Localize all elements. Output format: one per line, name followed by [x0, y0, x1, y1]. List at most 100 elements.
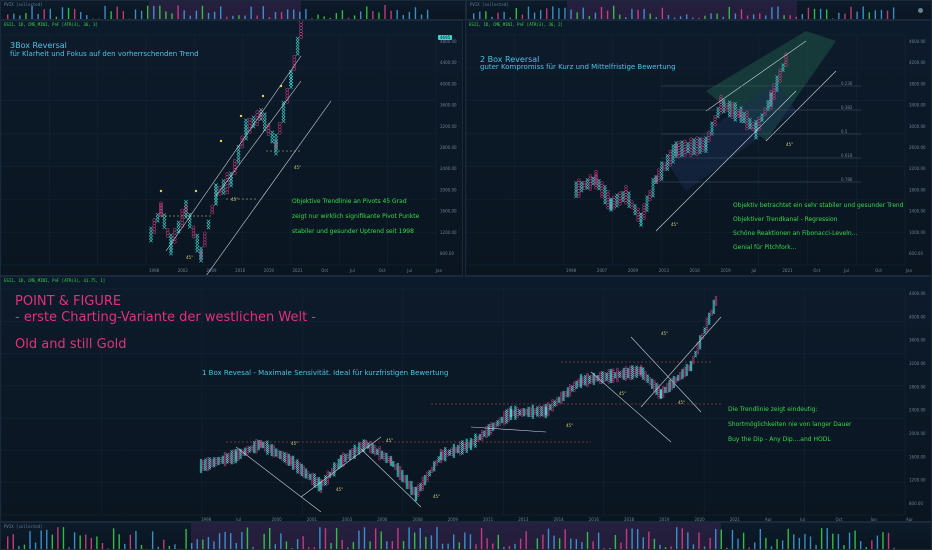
- pnf-x-mark: [405, 476, 409, 480]
- y-tick-label: 2800.00: [909, 384, 926, 389]
- pnf-o-mark: [268, 446, 271, 450]
- pnf-o-mark: [450, 453, 453, 456]
- pnf-x-mark: [452, 449, 456, 453]
- pnf-o-mark: [542, 410, 546, 414]
- pnf-x-mark: [672, 377, 676, 381]
- pnf-o-mark: [624, 184, 628, 189]
- pnf-o-mark: [600, 181, 604, 185]
- pnf-x-mark: [234, 456, 238, 460]
- pnf-x-mark: [428, 471, 431, 475]
- pnf-x-mark: [592, 378, 596, 382]
- chart-panel-3box[interactable]: ESI1, 1D, CME_MINI, PnF [ATR(3), 36, 3] …: [0, 20, 463, 276]
- pnf-x-mark: [689, 366, 693, 370]
- pnf-o-mark: [471, 441, 475, 444]
- pnf-x-mark: [531, 416, 535, 420]
- pnf-x-mark: [304, 470, 308, 473]
- pnf-o-mark: [476, 435, 479, 439]
- pnf-o-mark: [403, 478, 406, 482]
- pnf-x-mark: [221, 461, 225, 465]
- pnf-o-mark: [677, 148, 681, 153]
- volume-bar: [850, 6, 852, 19]
- pnf-o-mark: [577, 192, 581, 196]
- pnf-x-mark: [474, 433, 477, 436]
- pnf-x-mark: [287, 459, 291, 463]
- chart-panel-1box[interactable]: ESI1, 1D, CME_MINI, PnF [ATR(3), 41.75, …: [0, 276, 932, 522]
- pnf-x-mark: [257, 447, 261, 451]
- pnf-o-mark: [679, 375, 682, 379]
- pnf-x-mark: [686, 141, 690, 146]
- pnf-o-mark: [421, 480, 425, 483]
- pnf-x-mark: [214, 195, 218, 200]
- settings-dot-icon[interactable]: [918, 8, 923, 13]
- pnf-x-mark: [295, 45, 300, 50]
- pnf-o-mark: [480, 430, 484, 433]
- pnf-x-mark: [496, 420, 499, 423]
- pnf-o-mark: [633, 374, 636, 378]
- pnf-o-mark: [648, 378, 652, 382]
- pnf-o-mark: [599, 381, 602, 384]
- pnf-x-mark: [456, 444, 460, 448]
- pnf-x-mark: [214, 183, 218, 188]
- pnf-o-mark: [636, 213, 640, 217]
- pnf-o-mark: [683, 142, 687, 146]
- pnf-chart[interactable]: 4800.004400.004000.003600.003200.002800.…: [1, 21, 463, 276]
- pnf-o-mark: [586, 378, 589, 382]
- pnf-x-mark: [270, 453, 274, 457]
- x-tick-label: 2013: [659, 268, 670, 273]
- pnf-o-mark: [511, 409, 515, 413]
- pnf-x-mark: [654, 175, 658, 179]
- pnf-o-mark: [232, 457, 236, 460]
- y-tick-label: 800.00: [909, 501, 923, 506]
- pnf-o-mark: [285, 460, 288, 463]
- volume-bar: [661, 7, 664, 19]
- pnf-x-mark: [221, 457, 225, 461]
- pnf-o-mark: [618, 194, 622, 198]
- pnf-o-mark: [335, 465, 338, 468]
- volume-bar: [731, 530, 734, 549]
- pnf-o-mark: [644, 372, 647, 376]
- pnf-x-mark: [304, 468, 308, 471]
- pnf-o-mark: [326, 472, 329, 475]
- pnf-x-mark: [676, 374, 680, 378]
- pnf-o-mark: [463, 444, 466, 447]
- pnf-o-mark: [560, 391, 563, 395]
- pnf-x-mark: [712, 301, 716, 305]
- pnf-o-mark: [202, 243, 207, 248]
- pivot-dot: [279, 84, 283, 88]
- pnf-x-mark: [596, 374, 600, 378]
- pnf-o-mark: [629, 369, 632, 373]
- pnf-o-mark: [276, 453, 280, 456]
- pnf-x-mark: [419, 486, 422, 490]
- pnf-o-mark: [330, 469, 334, 473]
- pnf-x-mark: [328, 471, 332, 475]
- chart-panel-2box[interactable]: ESI1, 1D, CME_MINI, PnF [ATR(3), 36, 2] …: [465, 20, 932, 276]
- pnf-o-mark: [494, 421, 497, 425]
- pnf-x-mark: [505, 417, 508, 420]
- pnf-x-mark: [627, 201, 631, 206]
- pnf-o-mark: [373, 444, 377, 448]
- pnf-x-mark: [654, 180, 658, 185]
- x-tick-label: Jan: [435, 268, 443, 273]
- volume-bar: [600, 6, 603, 19]
- pnf-x-mark: [313, 483, 316, 486]
- pnf-o-mark: [588, 184, 592, 189]
- volume-bar: [391, 541, 394, 549]
- pnf-x-mark: [540, 413, 543, 417]
- volume-bar: [101, 543, 104, 549]
- pnf-o-mark: [467, 443, 471, 447]
- pnf-x-mark: [674, 143, 678, 148]
- pnf-x-mark: [283, 458, 286, 461]
- volume-bar: [299, 11, 301, 19]
- pnf-o-mark: [555, 399, 559, 402]
- volume-bar: [366, 6, 368, 19]
- pnf-o-mark: [683, 372, 686, 376]
- pnf-o-mark: [636, 215, 640, 219]
- pnf-o-mark: [677, 143, 681, 147]
- pnf-o-mark: [657, 388, 661, 391]
- pnf-x-mark: [169, 236, 173, 241]
- pnf-o-mark: [259, 115, 263, 120]
- pnf-x-mark: [668, 387, 671, 391]
- volume-bar: [263, 533, 265, 549]
- pnf-x-mark: [712, 303, 716, 307]
- pnf-o-mark: [276, 451, 280, 454]
